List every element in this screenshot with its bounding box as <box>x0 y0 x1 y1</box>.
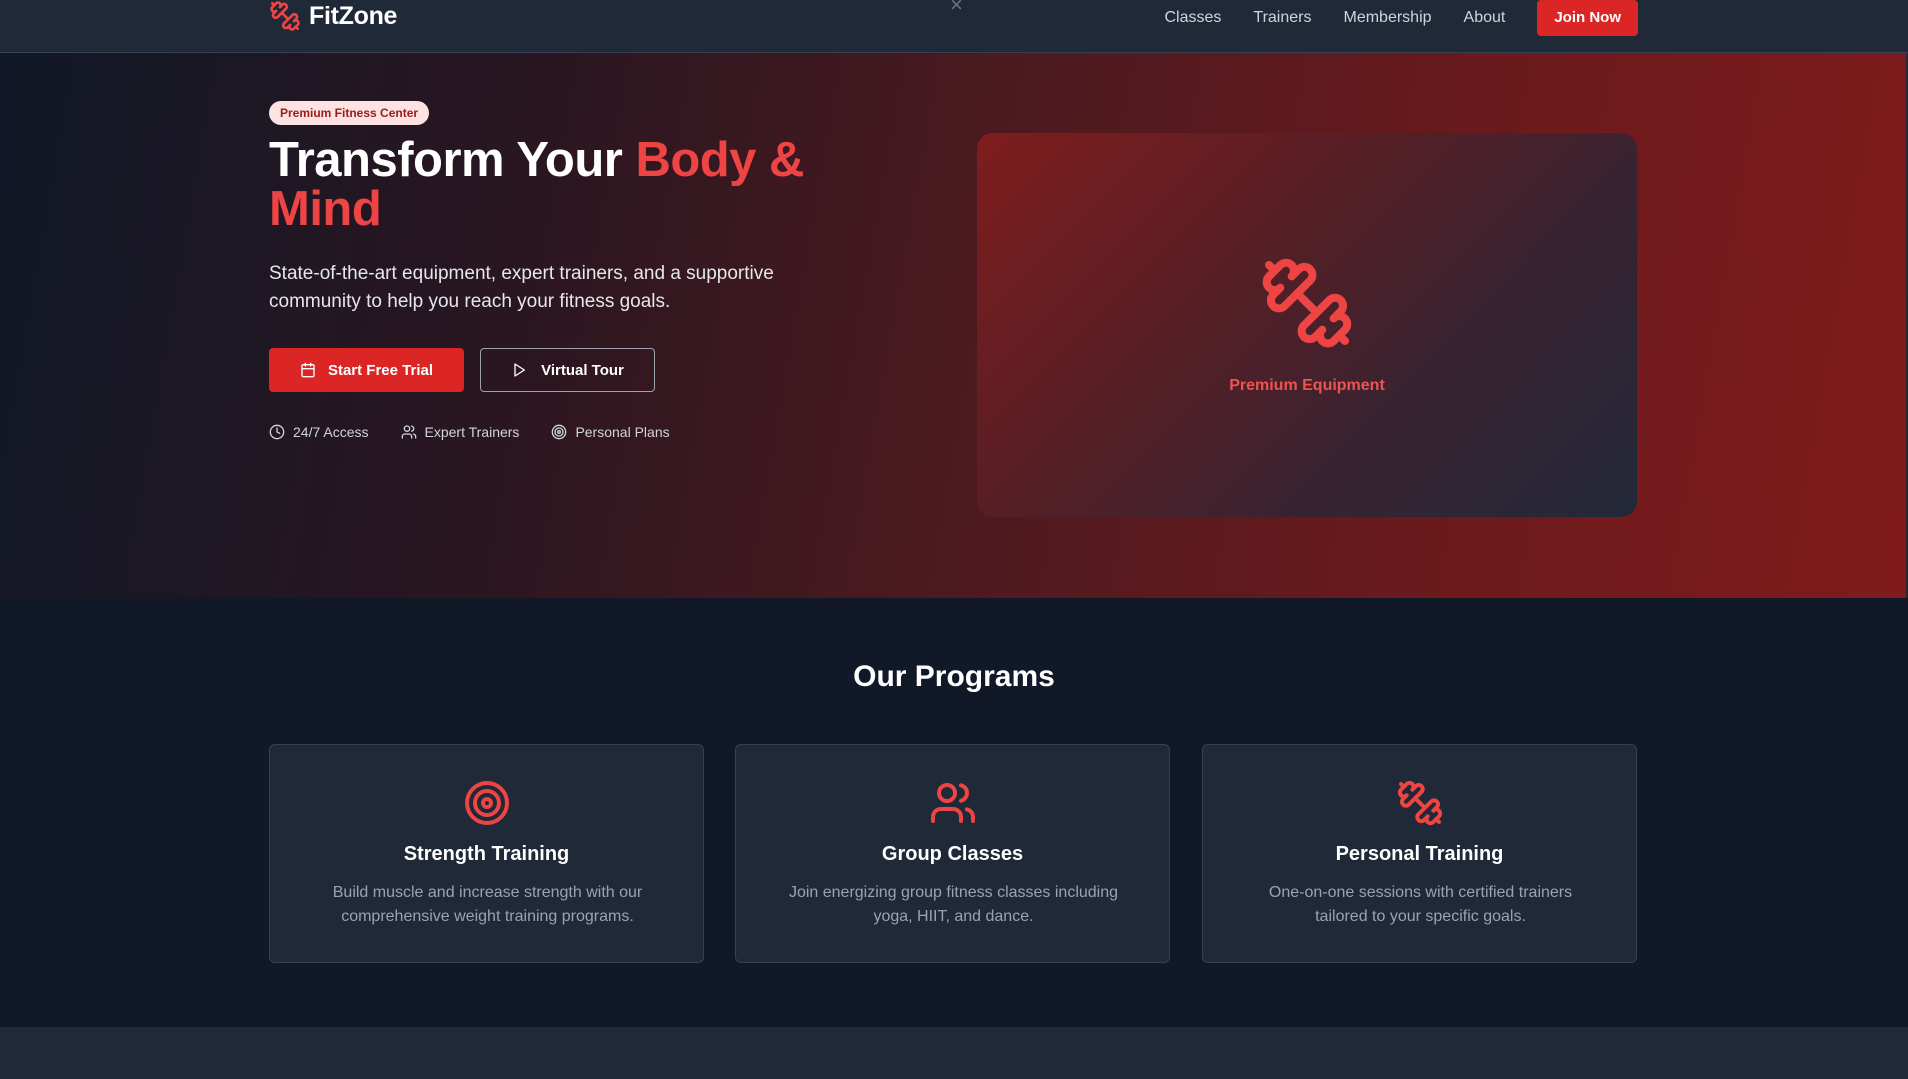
virtual-tour-label: Virtual Tour <box>541 361 624 379</box>
program-card-title: Strength Training <box>403 843 570 865</box>
hero-title: Transform Your Body & Mind <box>269 136 889 234</box>
program-card-description: Build muscle and increase strength with … <box>332 884 643 925</box>
start-free-trial-label: Start Free Trial <box>327 361 434 379</box>
nav-link-trainers[interactable]: Trainers <box>1253 9 1311 27</box>
hero-subtitle: State-of-the-art equipment, expert train… <box>269 263 774 312</box>
nav-link-classes[interactable]: Classes <box>1164 9 1221 27</box>
feature-trainers-label: Expert Trainers <box>424 424 520 440</box>
nav-link-about[interactable]: About <box>1464 9 1506 27</box>
target-icon <box>552 424 567 440</box>
dumbbell-icon <box>270 1 300 31</box>
hero-features: 24/7 Access Expert Trainers Personal Pla… <box>269 424 670 440</box>
program-card-description: One-on-one sessions with certified train… <box>1268 884 1573 925</box>
top-navbar: FitZone × Classes Trainers Membership Ab… <box>0 0 1908 53</box>
next-section-strip <box>0 1027 1908 1079</box>
feature-access-label: 24/7 Access <box>293 424 369 440</box>
nav-link-membership[interactable]: Membership <box>1343 9 1431 27</box>
join-now-button[interactable]: Join Now <box>1537 0 1638 36</box>
programs-title: Our Programs <box>853 660 1055 693</box>
hero-image-card: Premium Equipment <box>977 133 1637 517</box>
program-card-title: Group Classes <box>881 843 1024 865</box>
virtual-tour-button[interactable]: Virtual Tour <box>480 348 655 392</box>
program-card-strength[interactable]: Strength Training Build muscle and incre… <box>269 744 704 963</box>
start-free-trial-button[interactable]: Start Free Trial <box>269 348 464 392</box>
hero-title-start: Transform Your <box>269 133 636 187</box>
close-icon[interactable]: × <box>950 0 963 16</box>
feature-plans: Personal Plans <box>551 424 670 440</box>
brand-name: FitZone <box>309 1 398 30</box>
users-icon <box>401 425 416 439</box>
hero-badge: Premium Fitness Center <box>269 101 430 125</box>
program-card-personal[interactable]: Personal Training One-on-one sessions wi… <box>1202 744 1637 963</box>
feature-access: 24/7 Access <box>269 424 369 440</box>
dumbbell-icon <box>1397 780 1442 826</box>
feature-plans-label: Personal Plans <box>575 424 670 440</box>
dumbbell-icon <box>1262 258 1352 348</box>
clock-icon <box>269 424 285 440</box>
program-card-group[interactable]: Group Classes Join energizing group fitn… <box>735 744 1170 963</box>
feature-trainers: Expert Trainers <box>401 424 520 440</box>
hero-card-content: Premium Equipment <box>977 133 1637 517</box>
program-card-title: Personal Training <box>1335 843 1504 865</box>
target-icon <box>464 781 509 825</box>
brand-logo[interactable]: FitZone <box>269 0 397 32</box>
hero-card-label: Premium Equipment <box>1229 377 1385 394</box>
calendar-icon <box>301 362 315 378</box>
nav-links: Classes Trainers Membership About Join N… <box>1164 0 1638 36</box>
play-icon <box>514 363 526 377</box>
program-card-description: Join energizing group fitness classes in… <box>788 884 1119 925</box>
users-icon <box>930 783 975 823</box>
